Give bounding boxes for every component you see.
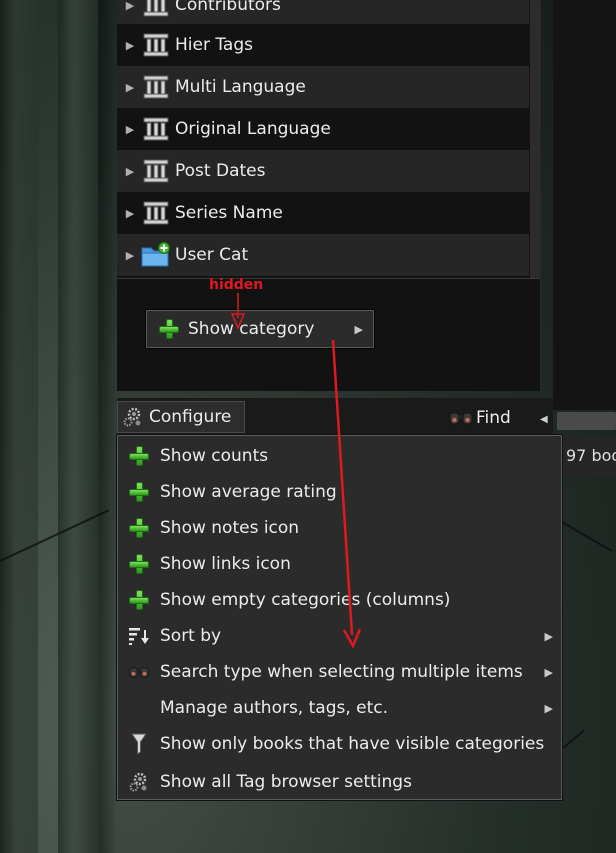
annotation-arrow-line: [331, 339, 354, 636]
annotation-overlay: [230, 293, 362, 649]
